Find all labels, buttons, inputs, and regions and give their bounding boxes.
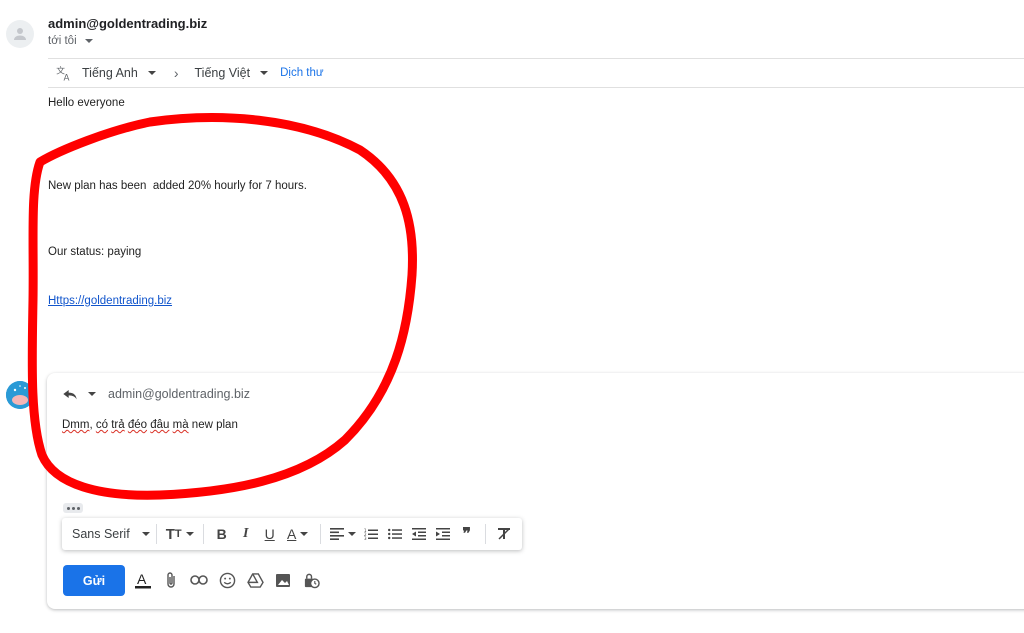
- send-button[interactable]: Gửi: [63, 565, 125, 596]
- chevron-right-icon: ›: [173, 65, 179, 81]
- image-icon: [276, 573, 290, 587]
- message-line: New plan has been added 20% hourly for 7…: [48, 180, 307, 192]
- message-greeting: Hello everyone: [48, 97, 125, 109]
- bulleted-list-button[interactable]: [383, 522, 407, 546]
- reply-word: trả: [111, 419, 125, 431]
- chevron-down-icon: [300, 532, 309, 536]
- chevron-down-icon: [347, 532, 356, 536]
- font-family-select[interactable]: Sans Serif: [72, 527, 150, 541]
- text-color-button[interactable]: A: [282, 522, 314, 546]
- chevron-down-icon: [84, 39, 93, 43]
- insert-drive-file-button[interactable]: [244, 568, 266, 592]
- chevron-down-icon: [141, 532, 150, 536]
- translate-bar: 文 A Tiếng Anh › Tiếng Việt Dịch thư: [48, 58, 1024, 88]
- compose-actions: A: [132, 568, 322, 592]
- quote-button[interactable]: ❞: [455, 522, 479, 546]
- chevron-down-icon: [260, 71, 269, 75]
- formatting-toolbar: Sans Serif TT B I U A 1 2 3 ❞: [62, 518, 522, 550]
- reply-word: Dmm: [62, 419, 90, 431]
- translate-icon: 文 A: [56, 65, 74, 81]
- translate-message-link[interactable]: Dịch thư: [280, 67, 324, 79]
- chevron-down-icon: [88, 392, 96, 396]
- reply-type-button[interactable]: [62, 387, 96, 401]
- formatting-options-button[interactable]: A: [132, 568, 154, 592]
- bold-button[interactable]: B: [210, 522, 234, 546]
- source-language-label: Tiếng Anh: [82, 66, 138, 80]
- svg-text:3: 3: [364, 536, 367, 540]
- reply-word: có: [95, 419, 109, 431]
- format-text-icon: A: [135, 571, 151, 589]
- font-size-button[interactable]: TT: [163, 522, 197, 546]
- indent-more-button[interactable]: [431, 522, 455, 546]
- indent-more-icon: [435, 528, 450, 540]
- numbered-list-button[interactable]: 1 2 3: [359, 522, 383, 546]
- remove-formatting-icon: [497, 528, 510, 540]
- message-link[interactable]: Https://goldentrading.biz: [48, 295, 172, 307]
- underline-button[interactable]: U: [258, 522, 282, 546]
- recipient-dropdown[interactable]: tới tôi: [48, 35, 93, 47]
- insert-photo-button[interactable]: [272, 568, 294, 592]
- person-icon: [14, 28, 26, 40]
- reply-text-fragment: new plan: [188, 419, 238, 431]
- indent-less-icon: [411, 528, 426, 540]
- remove-formatting-button[interactable]: [492, 522, 516, 546]
- target-language-label: Tiếng Việt: [194, 66, 251, 80]
- reply-word: mà: [172, 419, 189, 431]
- sender-email[interactable]: admin@goldentrading.biz: [48, 16, 207, 31]
- source-language-select[interactable]: Tiếng Anh: [82, 66, 156, 80]
- target-language-select[interactable]: Tiếng Việt: [195, 66, 269, 80]
- show-trimmed-content-button[interactable]: [63, 503, 83, 513]
- align-button[interactable]: [327, 522, 359, 546]
- drive-icon: [246, 572, 264, 588]
- reply-icon: [63, 390, 77, 400]
- align-left-icon: [329, 528, 344, 540]
- insert-emoji-button[interactable]: [216, 568, 238, 592]
- recipient-label: tới tôi: [48, 35, 77, 47]
- svg-text:A: A: [64, 73, 70, 81]
- sender-avatar[interactable]: [6, 20, 34, 48]
- chevron-down-icon: [147, 71, 156, 75]
- insert-link-button[interactable]: [188, 568, 210, 592]
- confidential-mode-button[interactable]: [300, 568, 322, 592]
- message-status: Our status: paying: [48, 246, 142, 258]
- emoji-icon: [219, 572, 235, 588]
- user-avatar[interactable]: [6, 381, 34, 409]
- attach-file-button[interactable]: [160, 568, 182, 592]
- bulleted-list-icon: [387, 528, 402, 540]
- numbered-list-icon: 1 2 3: [364, 528, 378, 540]
- reply-word: đâu: [150, 419, 170, 431]
- paperclip-icon: [167, 572, 175, 588]
- reply-textarea[interactable]: Dmm, có trả đéo đâu mà new plan: [62, 419, 238, 431]
- italic-button[interactable]: I: [234, 522, 258, 546]
- reply-word: đéo: [127, 419, 148, 431]
- indent-less-button[interactable]: [407, 522, 431, 546]
- link-icon: [190, 575, 208, 585]
- lock-clock-icon: [304, 573, 320, 588]
- svg-text:A: A: [137, 571, 147, 587]
- reply-recipient[interactable]: admin@goldentrading.biz: [108, 387, 250, 401]
- text-size-icon: T: [165, 525, 175, 543]
- reply-header: admin@goldentrading.biz: [62, 387, 250, 401]
- chevron-down-icon: [185, 532, 194, 536]
- font-family-label: Sans Serif: [72, 527, 130, 541]
